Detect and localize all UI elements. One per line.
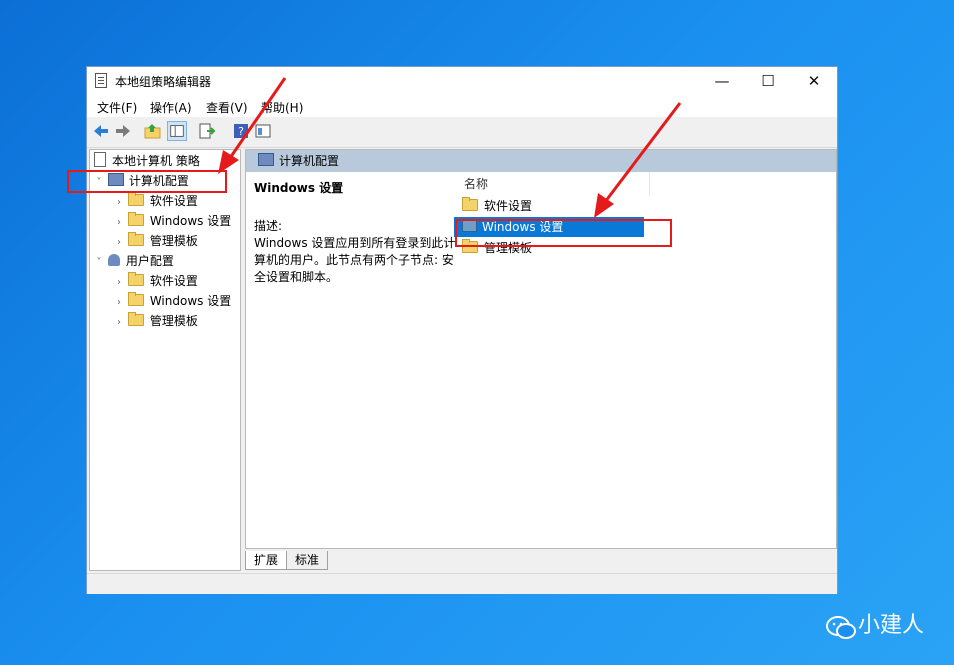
tab-standard[interactable]: 标准 — [286, 551, 329, 570]
tree-item-label: Windows 设置 — [149, 294, 232, 308]
user-icon — [107, 254, 120, 266]
tab-extended[interactable]: 扩展 — [245, 551, 288, 570]
folder-icon — [127, 292, 144, 306]
chevron-right-icon[interactable]: › — [114, 213, 124, 233]
description-text: Windows 设置应用到所有登录到此计算机的用户。此节点有两个子节点: 安全设… — [254, 236, 456, 284]
chevron-right-icon[interactable]: › — [114, 273, 124, 293]
menu-action[interactable]: 操作(A) — [150, 99, 192, 116]
annotation-box-computer-config — [67, 170, 227, 193]
forward-arrow-icon[interactable] — [113, 121, 133, 141]
policy-doc-icon — [94, 152, 106, 167]
toolbar: ? — [87, 117, 837, 148]
list-item-software[interactable]: 软件设置 — [454, 196, 644, 216]
list-item-label: 软件设置 — [484, 199, 533, 213]
show-tree-icon[interactable] — [167, 121, 187, 141]
tree-root-label: 本地计算机 策略 — [112, 154, 200, 168]
title-bar[interactable]: 本地组策略编辑器 — ☐ ✕ — [87, 67, 837, 95]
column-header-name[interactable]: 名称 — [454, 172, 650, 196]
tree-user-config-label: 用户配置 — [125, 254, 174, 268]
tree-item-label: 软件设置 — [149, 194, 198, 208]
maximize-button[interactable]: ☐ — [745, 67, 791, 95]
description-label: 描述: — [254, 219, 283, 233]
tree-item-label: Windows 设置 — [149, 214, 232, 228]
menu-help[interactable]: 帮助(H) — [261, 99, 303, 116]
tree-pane: 本地计算机 策略 ˅ 计算机配置 › 软件设置 › Windows 设置 › 管… — [89, 149, 241, 571]
details-header: 计算机配置 — [246, 150, 836, 172]
up-folder-icon[interactable] — [143, 121, 163, 141]
status-bar — [87, 573, 837, 594]
tree-user-admin[interactable]: › 管理模板 — [94, 311, 231, 331]
annotation-box-windows-settings — [455, 219, 672, 247]
folder-icon — [462, 197, 478, 211]
tree-root[interactable]: 本地计算机 策略 — [94, 151, 231, 171]
menu-file[interactable]: 文件(F) — [97, 99, 137, 116]
policy-app-icon — [95, 73, 107, 88]
wechat-logo-icon — [826, 616, 856, 639]
folder-icon — [127, 272, 144, 286]
folder-icon — [127, 192, 144, 206]
close-button[interactable]: ✕ — [791, 67, 837, 95]
tree-computer-software[interactable]: › 软件设置 — [94, 191, 231, 211]
help-icon[interactable]: ? — [231, 121, 251, 141]
description-title: Windows 设置 — [254, 181, 344, 195]
tree-computer-windows[interactable]: › Windows 设置 — [94, 211, 231, 231]
chevron-right-icon[interactable]: › — [114, 293, 124, 313]
description-panel: Windows 设置 描述: Windows 设置应用到所有登录到此计算机的用户… — [254, 180, 456, 286]
svg-text:?: ? — [238, 125, 244, 138]
computer-icon — [258, 153, 274, 166]
chevron-down-icon[interactable]: ˅ — [94, 253, 104, 273]
tree-item-label: 软件设置 — [149, 274, 198, 288]
folder-icon — [127, 212, 144, 226]
minimize-button[interactable]: — — [699, 67, 745, 95]
menu-view[interactable]: 查看(V) — [206, 99, 248, 116]
details-pane: 计算机配置 Windows 设置 描述: Windows 设置应用到所有登录到此… — [245, 149, 837, 549]
tree-user-software[interactable]: › 软件设置 — [94, 271, 231, 291]
tree-item-label: 管理模板 — [149, 314, 198, 328]
details-header-title: 计算机配置 — [279, 154, 340, 168]
chevron-right-icon[interactable]: › — [114, 233, 124, 253]
group-policy-editor-window: 本地组策略编辑器 — ☐ ✕ 文件(F) 操作(A) 查看(V) 帮助(H) ?… — [86, 66, 838, 594]
watermark-text: 小建人 — [857, 613, 924, 638]
tree-item-label: 管理模板 — [149, 234, 198, 248]
view-tabs: 扩展 标准 — [245, 551, 329, 573]
folder-icon — [127, 232, 144, 246]
chevron-right-icon[interactable]: › — [114, 313, 124, 333]
tree-computer-admin[interactable]: › 管理模板 — [94, 231, 231, 251]
folder-icon — [127, 312, 144, 326]
menu-bar: 文件(F) 操作(A) 查看(V) 帮助(H) — [87, 95, 837, 117]
tree-user-config[interactable]: ˅ 用户配置 — [94, 251, 231, 271]
back-arrow-icon[interactable] — [91, 121, 111, 141]
properties-icon[interactable] — [253, 121, 273, 141]
tree-user-windows[interactable]: › Windows 设置 — [94, 291, 231, 311]
chevron-right-icon[interactable]: › — [114, 193, 124, 213]
window-title: 本地组策略编辑器 — [115, 75, 212, 89]
export-list-icon[interactable] — [197, 121, 217, 141]
